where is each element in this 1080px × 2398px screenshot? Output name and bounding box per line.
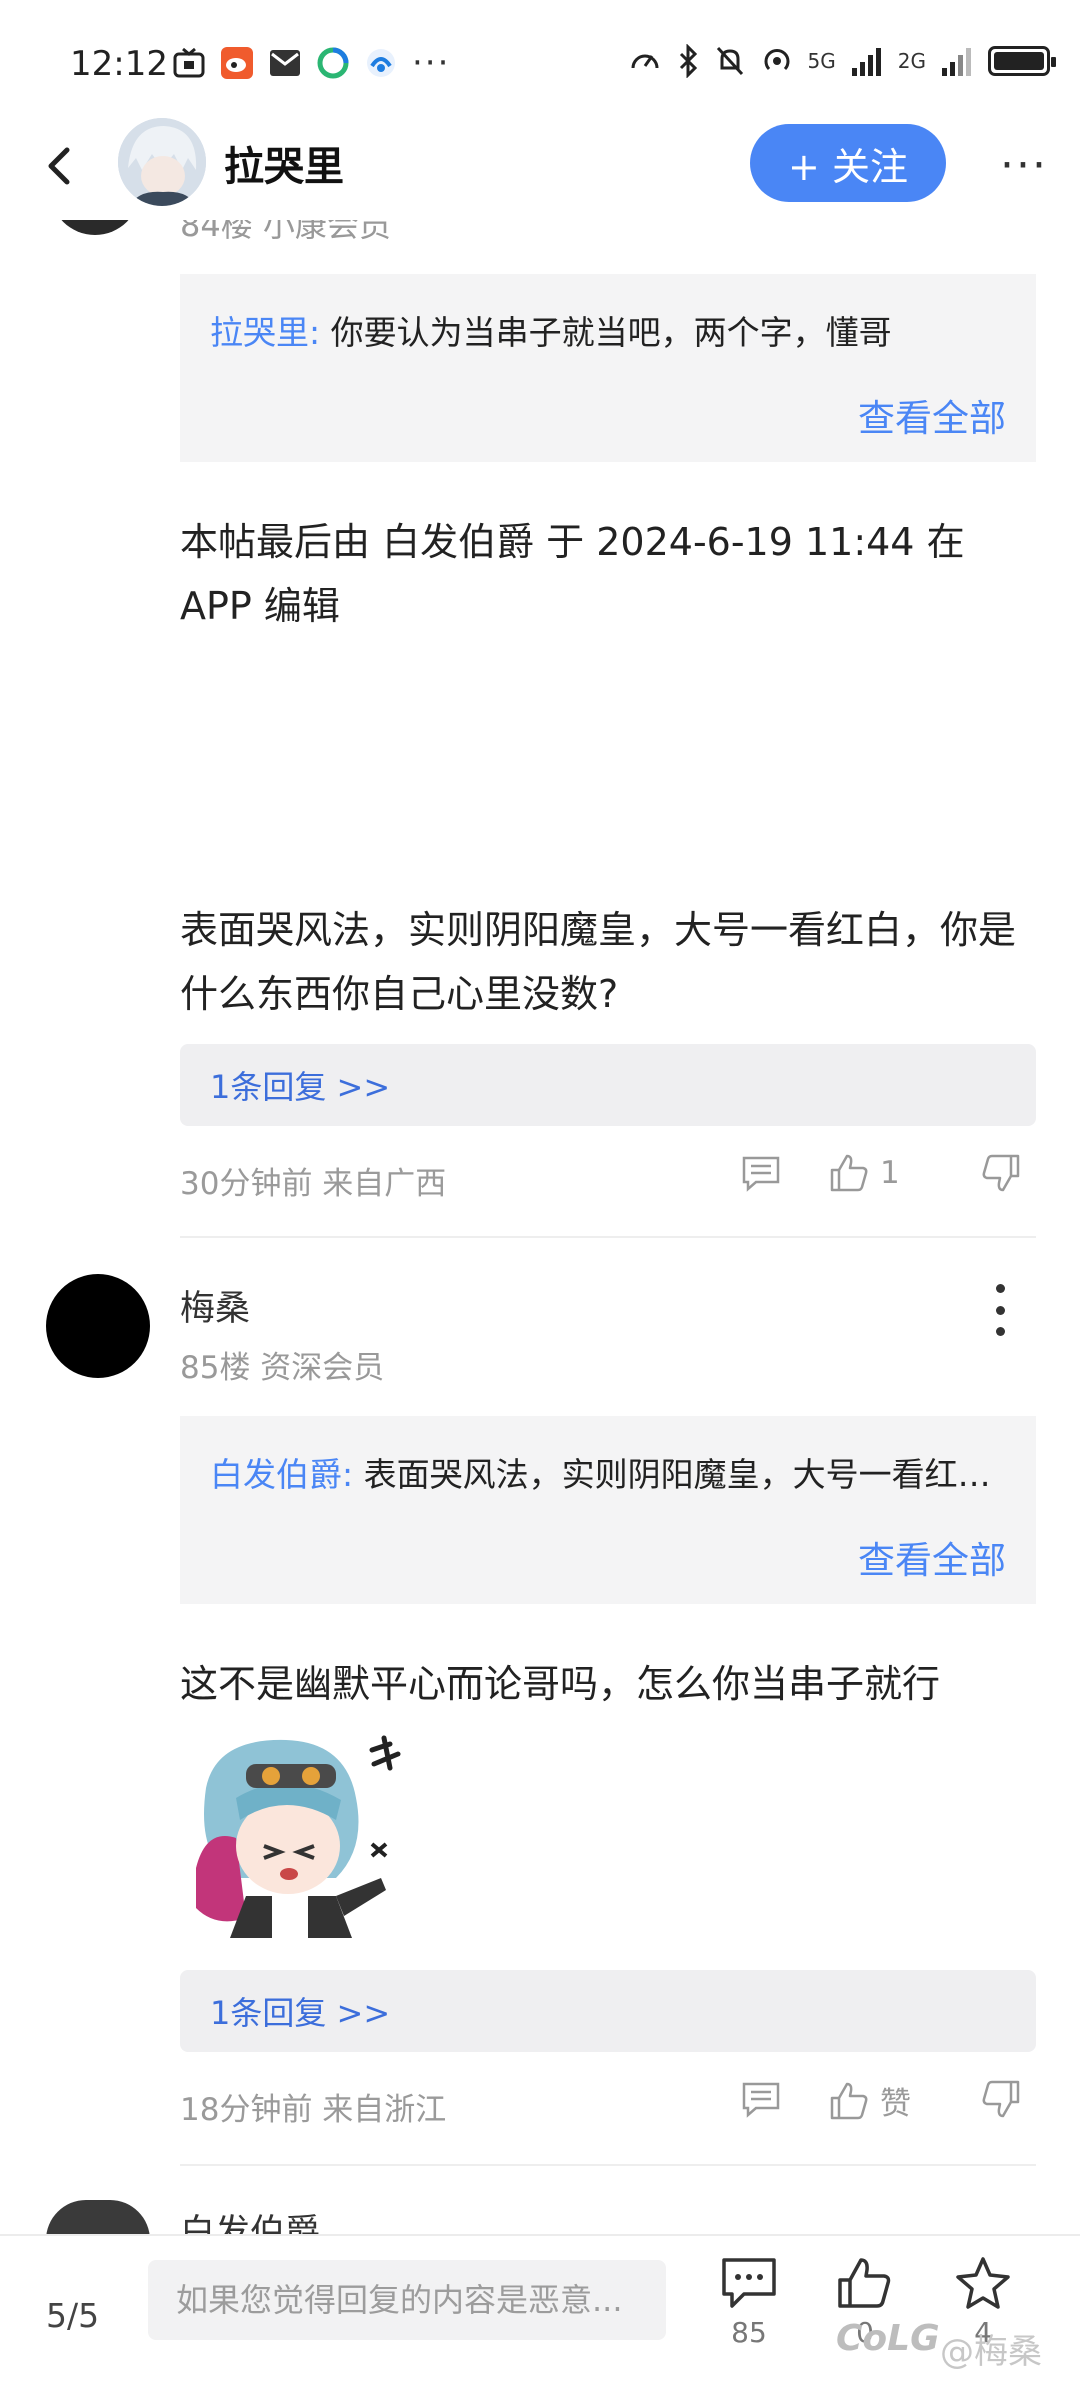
like-label: 赞 [880,2086,911,2122]
battery-icon [988,46,1056,76]
thumbs-up-icon [830,2082,868,2119]
status-time: 12:12 [70,44,168,84]
like-count: 1 [880,1155,900,1191]
comment-button[interactable] [740,1152,782,1194]
hotspot-icon [764,49,790,71]
speed-icon [631,54,659,69]
site-watermark: CoLG [836,2318,940,2359]
quote-content: 你要认为当串子就当吧，两个字，懂哥 [320,313,892,352]
chevron-left-icon [48,147,70,185]
post-author-name[interactable]: 梅桑 [180,1280,250,1331]
comment-button[interactable] [740,2078,782,2120]
post-text: 这不是幽默平心而论哥吗，怎么你当串子就行 [180,1662,941,1706]
comments-button[interactable]: 85 [704,2256,794,2386]
follow-button[interactable]: + 关注 [750,124,946,202]
mail-app-icon [270,50,300,76]
thumbs-down-icon [982,1154,1020,1192]
edit-note: 本帖最后由 白发伯爵 于 2024-6-19 11:44 在 APP 编辑 [180,520,965,628]
weibo-icon [221,47,253,79]
dislike-button[interactable] [980,1152,1022,1194]
sticker-image[interactable] [176,1728,406,1938]
quote-author[interactable]: 白发伯爵: [210,1455,353,1494]
quoted-reply[interactable]: 白发伯爵: 表面哭风法，实则阴阳魔皇，大号一看红白，你是什么东西你自己心里没数?… [180,1416,1036,1604]
signal-bars-2-icon [942,48,971,76]
view-all-link[interactable]: 查看全部 [858,388,1006,442]
carrier-app-icon [367,49,395,77]
more-notifications-icon: ··· [412,43,451,83]
view-replies-button[interactable]: 1条回复 >> [180,1970,1036,2052]
bluetooth-icon [679,44,697,78]
quote-text: 白发伯爵: 表面哭风法，实则阴阳魔皇，大号一看红白，你是什么东西你自己心里没数? [210,1448,1010,1496]
post-floor: 85楼 资深会员 [180,1350,385,1386]
system-icons: 5G 2G [628,44,1056,78]
avatar[interactable] [118,118,206,206]
top-header: 拉哭里 + 关注 ··· [0,110,1080,220]
divider [180,2164,1036,2166]
post-meta-row: 18分钟前 来自浙江 赞 [180,2078,1036,2128]
post-more-button[interactable] [980,1280,1020,1340]
star-icon [956,2257,1010,2309]
like-button[interactable]: 1 [828,1152,900,1194]
mute-bell-icon [716,46,743,76]
post-time-location: 18分钟前 来自浙江 [180,2092,447,2128]
tv-app-icon [173,47,205,78]
comment-bubble-icon [722,2258,776,2308]
quote-text: 拉哭里: 你要认为当串子就当吧，两个字，懂哥 [210,306,892,354]
sync-app-icon [317,47,349,79]
thread-author-name[interactable]: 拉哭里 [224,134,344,192]
comment-count: 85 [731,2316,767,2349]
dislike-button[interactable] [980,2078,1022,2120]
thumbs-down-icon [982,2080,1020,2118]
back-button[interactable] [30,136,90,196]
quote-content: 表面哭风法，实则阴阳魔皇，大号一看红白，你是什么东西你自己心里没数? [363,1455,1010,1494]
comment-icon [742,1156,780,1192]
view-all-link[interactable]: 查看全部 [858,1530,1006,1584]
post-text: 表面哭风法，实则阴阳魔皇，大号一看红白，你是什么东西你自己心里没数? [180,908,1017,1016]
quoted-reply[interactable]: 拉哭里: 你要认为当串子就当吧，两个字，懂哥 查看全部 [180,274,1036,462]
divider [180,1236,1036,1238]
avatar[interactable] [46,1274,150,1378]
signal-bars-1-icon [851,48,881,76]
signal-5g-label: 5G [807,49,836,73]
post-time-location: 30分钟前 来自广西 [180,1166,447,1202]
more-options-icon[interactable]: ··· [1000,140,1048,191]
comment-icon [742,2082,780,2118]
watermark-username: @梅桑 [940,2332,1042,2372]
signal-2g-label: 2G [897,49,926,73]
view-replies-button[interactable]: 1条回复 >> [180,1044,1036,1126]
post-meta-row: 30分钟前 来自广西 1 [180,1152,1036,1202]
like-button[interactable]: 赞 [828,2078,911,2123]
thumbs-up-icon [838,2258,891,2308]
page-indicator[interactable]: 5/5 [46,2296,99,2335]
quote-author[interactable]: 拉哭里: [210,313,320,352]
reply-input[interactable] [148,2260,666,2340]
bottom-action-bar: 5/5 85 0 4 CoLG @梅桑 [0,2234,1080,2398]
notification-icons: ··· [172,46,450,80]
thumbs-up-icon [830,1154,868,1192]
